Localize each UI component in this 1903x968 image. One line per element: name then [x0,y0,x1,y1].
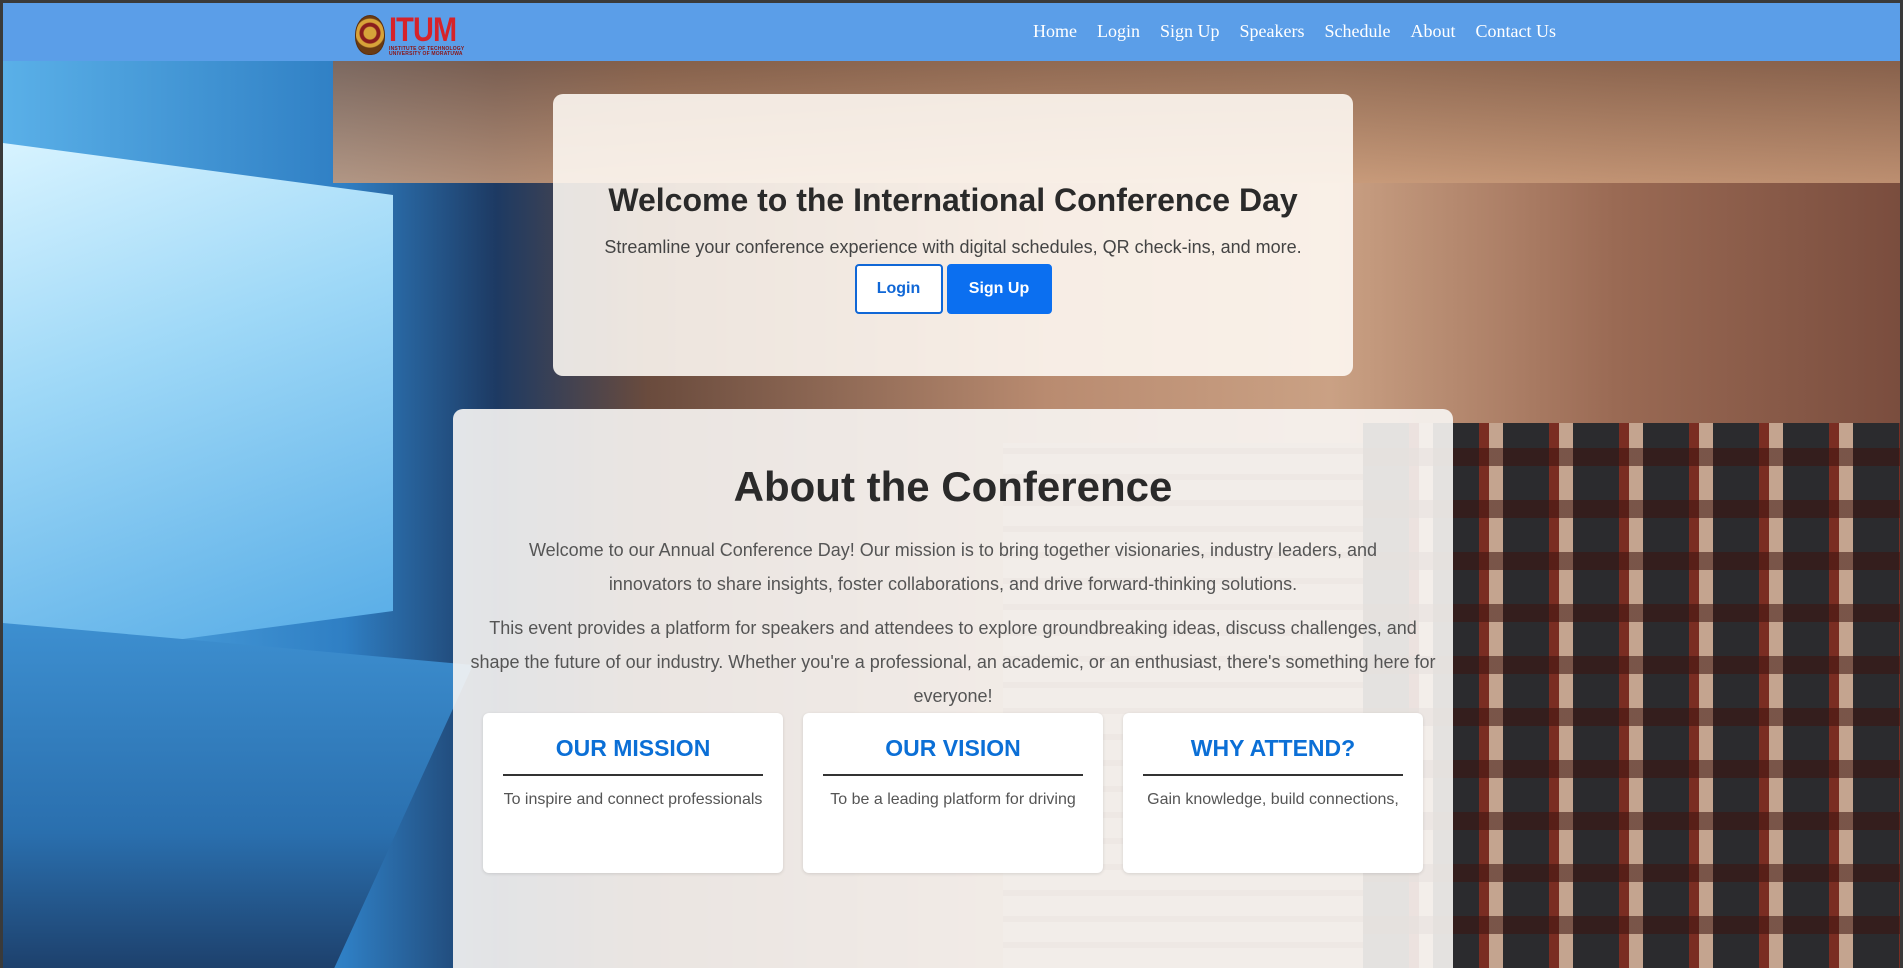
nav-link-speakers[interactable]: Speakers [1240,21,1305,42]
nav-link-contact-us[interactable]: Contact Us [1476,21,1557,42]
top-navbar: ITUM INSTITUTE OF TECHNOLOGY UNIVERSITY … [3,3,1900,61]
vision-card: OUR VISION To be a leading platform for … [803,713,1103,873]
nav-link-schedule[interactable]: Schedule [1325,21,1391,42]
about-paragraph-2: This event provides a platform for speak… [470,618,1436,706]
hero-subtitle: Streamline your conference experience wi… [604,237,1302,257]
about-section: About the Conference Welcome to our Annu… [453,409,1453,968]
hero-buttons: Login Sign Up [553,264,1353,314]
why-attend-card: WHY ATTEND? Gain knowledge, build connec… [1123,713,1423,873]
browser-viewport: ITUM INSTITUTE OF TECHNOLOGY UNIVERSITY … [3,3,1900,968]
logo-text: ITUM INSTITUTE OF TECHNOLOGY UNIVERSITY … [389,13,468,57]
nav-link-about[interactable]: About [1411,21,1456,42]
about-cards: OUR MISSION To inspire and connect profe… [483,713,1423,873]
mission-card-text: To inspire and connect professionals [503,791,763,808]
vision-card-text: To be a leading platform for driving [830,791,1076,808]
hero-card: Welcome to the International Conference … [553,94,1353,376]
about-title: About the Conference [733,463,1173,510]
mission-card: OUR MISSION To inspire and connect profe… [483,713,783,873]
stage-floor [3,623,473,968]
hero-title: Welcome to the International Conference … [608,182,1298,218]
login-button[interactable]: Login [854,264,943,314]
nav-link-home[interactable]: Home [1033,21,1077,42]
mission-card-title: OUR MISSION [503,735,763,776]
logo-title: ITUM [389,11,457,49]
university-seal-icon [355,15,385,55]
itum-logo[interactable]: ITUM INSTITUTE OF TECHNOLOGY UNIVERSITY … [355,13,468,57]
logo-subtitle-2: UNIVERSITY OF MORATUWA [389,51,463,57]
nav-links: Home Login Sign Up Speakers Schedule Abo… [1033,21,1556,42]
stage-screen [3,143,393,663]
why-attend-card-text: Gain knowledge, build connections, [1147,791,1399,808]
vision-card-title: OUR VISION [823,735,1083,776]
why-attend-card-title: WHY ATTEND? [1143,735,1403,776]
nav-link-sign-up[interactable]: Sign Up [1160,21,1220,42]
sign-up-button[interactable]: Sign Up [946,264,1052,314]
about-paragraph-1: Welcome to our Annual Conference Day! Ou… [528,540,1378,594]
nav-link-login[interactable]: Login [1097,21,1140,42]
